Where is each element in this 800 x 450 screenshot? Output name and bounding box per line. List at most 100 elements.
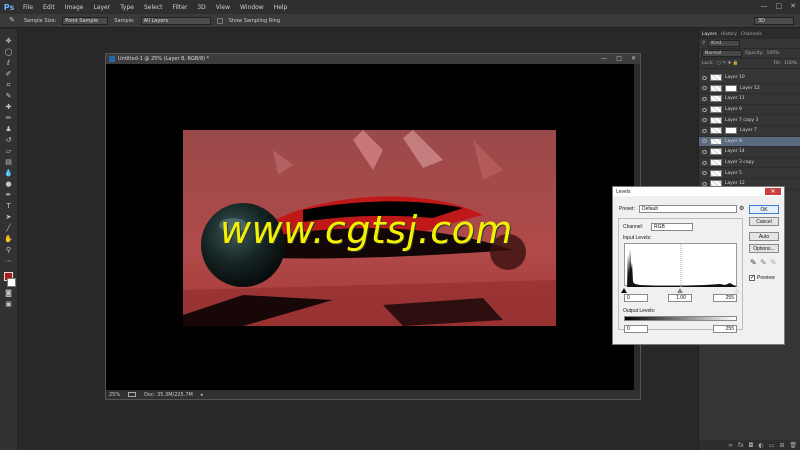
output-levels-gradient[interactable] xyxy=(624,316,737,321)
menu-filter[interactable]: Filter xyxy=(168,4,193,11)
output-white-field[interactable]: 255 xyxy=(713,325,737,333)
white-eyedropper-icon[interactable]: ✎ xyxy=(770,258,777,267)
tab-history[interactable]: History xyxy=(721,32,737,37)
minimize-icon[interactable]: — xyxy=(761,2,768,10)
add-mask-icon[interactable]: ◘ xyxy=(749,442,754,449)
layer-thumbnail[interactable] xyxy=(710,159,722,167)
menu-edit[interactable]: Edit xyxy=(38,4,60,11)
input-white-handle[interactable] xyxy=(734,288,740,293)
clone-stamp-icon[interactable]: ♟ xyxy=(3,125,15,134)
input-gamma-handle[interactable] xyxy=(677,288,683,293)
layer-mask-thumbnail[interactable] xyxy=(725,127,737,135)
input-gamma-field[interactable]: 1.00 xyxy=(668,294,692,302)
blend-mode-select[interactable]: Normal xyxy=(702,50,742,57)
menu-select[interactable]: Select xyxy=(139,4,168,11)
menu-view[interactable]: View xyxy=(211,4,235,11)
preset-options-icon[interactable]: ⚙ xyxy=(739,205,744,212)
layer-row[interactable]: Layer 7 xyxy=(699,126,800,137)
move-tool-icon[interactable]: ✥ xyxy=(3,37,15,46)
zoom-tool-icon[interactable]: ⚲ xyxy=(3,246,15,255)
background-color-swatch[interactable] xyxy=(7,278,16,287)
blur-tool-icon[interactable]: 💧 xyxy=(3,169,15,178)
adjustment-layer-icon[interactable]: ◐ xyxy=(758,442,763,449)
workspace-select[interactable]: 3D xyxy=(754,17,794,25)
layer-row[interactable]: Layer 8 xyxy=(699,136,800,148)
doc-minimize-icon[interactable]: — xyxy=(601,55,607,62)
black-eyedropper-icon[interactable]: ✎ xyxy=(750,258,757,267)
sample-size-select[interactable]: Point Sample xyxy=(62,16,109,25)
preview-checkbox[interactable]: ✓ xyxy=(749,275,755,281)
menu-image[interactable]: Image xyxy=(60,4,89,11)
layer-row[interactable]: Layer 5 xyxy=(699,168,800,179)
document-title-bar[interactable]: Untitled-1 @ 25% (Layer 8, RGB/8) * — □ … xyxy=(106,54,640,64)
visibility-eye-icon[interactable] xyxy=(702,118,707,123)
layer-row[interactable]: Layer 11 xyxy=(699,94,800,105)
layer-row[interactable]: Layer 14 xyxy=(699,147,800,158)
maximize-icon[interactable]: □ xyxy=(776,2,783,10)
close-icon[interactable]: ✕ xyxy=(790,2,796,10)
new-layer-icon[interactable]: ⊞ xyxy=(779,442,784,449)
layer-row[interactable]: Layer 7 copy 3 xyxy=(699,115,800,126)
visibility-eye-icon[interactable] xyxy=(702,107,707,112)
zoom-level[interactable]: 25% xyxy=(109,392,120,398)
input-levels-slider[interactable] xyxy=(621,288,740,293)
layer-thumbnail[interactable] xyxy=(710,95,722,103)
lasso-tool-icon[interactable]: ℓ xyxy=(3,59,15,68)
menu-help[interactable]: Help xyxy=(269,4,293,11)
layer-row[interactable]: Layer 12 xyxy=(699,84,800,95)
gradient-tool-icon[interactable]: ▤ xyxy=(3,158,15,167)
show-sampling-ring-checkbox[interactable] xyxy=(216,17,223,24)
visibility-eye-icon[interactable] xyxy=(702,75,707,80)
doc-close-icon[interactable]: ✕ xyxy=(631,55,636,62)
lock-icons[interactable]: ▢ ✎ ✥ 🔒 xyxy=(717,61,739,66)
layer-mask-thumbnail[interactable] xyxy=(725,84,737,92)
visibility-eye-icon[interactable] xyxy=(702,86,707,91)
visibility-eye-icon[interactable] xyxy=(702,160,707,165)
opacity-value[interactable]: 100% xyxy=(767,51,780,56)
status-icon[interactable] xyxy=(128,392,137,397)
kind-filter-select[interactable]: Kind xyxy=(708,40,741,47)
ok-button[interactable]: OK xyxy=(749,205,779,214)
preset-select[interactable]: Default xyxy=(639,205,737,213)
input-white-field[interactable]: 255 xyxy=(713,294,737,302)
dodge-tool-icon[interactable]: ● xyxy=(3,180,15,189)
type-tool-icon[interactable]: T xyxy=(3,202,15,211)
status-arrow-icon[interactable]: ▸ xyxy=(201,392,204,398)
link-layers-icon[interactable]: ∞ xyxy=(728,442,733,449)
levels-title-bar[interactable]: Levels ✕ xyxy=(613,187,784,196)
doc-maximize-icon[interactable]: □ xyxy=(616,55,622,62)
layer-row[interactable]: Layer 9 xyxy=(699,105,800,116)
menu-layer[interactable]: Layer xyxy=(88,4,115,11)
menu-window[interactable]: Window xyxy=(235,4,269,11)
healing-brush-icon[interactable]: ✚ xyxy=(3,103,15,112)
eraser-tool-icon[interactable]: ▱ xyxy=(3,147,15,156)
visibility-eye-icon[interactable] xyxy=(702,139,707,144)
input-black-handle[interactable] xyxy=(621,288,627,293)
quick-mask-icon[interactable]: ◙ xyxy=(3,289,15,298)
edit-toolbar-icon[interactable]: ⋯ xyxy=(3,257,15,266)
eyedropper-icon[interactable]: ✎ xyxy=(6,16,18,25)
output-black-field[interactable]: 0 xyxy=(624,325,648,333)
options-button[interactable]: Options... xyxy=(749,244,779,253)
menu-type[interactable]: Type xyxy=(115,4,139,11)
layer-thumbnail[interactable] xyxy=(710,84,722,92)
eyedropper-tool-icon[interactable]: ✎ xyxy=(3,92,15,101)
tab-layers[interactable]: Layers xyxy=(702,32,717,37)
history-brush-icon[interactable]: ↺ xyxy=(3,136,15,145)
input-black-field[interactable]: 0 xyxy=(624,294,648,302)
layer-row[interactable]: Layer 10 xyxy=(699,73,800,84)
channel-select[interactable]: RGB xyxy=(651,223,693,231)
tab-channels[interactable]: Channels xyxy=(741,32,762,37)
brush-tool-icon[interactable]: ✏ xyxy=(3,114,15,123)
visibility-eye-icon[interactable] xyxy=(702,96,707,101)
layer-thumbnail[interactable] xyxy=(710,116,722,124)
sample-select[interactable]: All Layers xyxy=(140,16,211,25)
auto-button[interactable]: Auto xyxy=(749,232,779,241)
new-group-icon[interactable]: ▭ xyxy=(769,442,775,449)
visibility-eye-icon[interactable] xyxy=(702,128,707,133)
menu-file[interactable]: File xyxy=(18,4,38,11)
cancel-button[interactable]: Cancel xyxy=(749,217,779,226)
visibility-eye-icon[interactable] xyxy=(702,171,707,176)
line-tool-icon[interactable]: ╱ xyxy=(3,224,15,233)
levels-close-icon[interactable]: ✕ xyxy=(765,188,781,195)
